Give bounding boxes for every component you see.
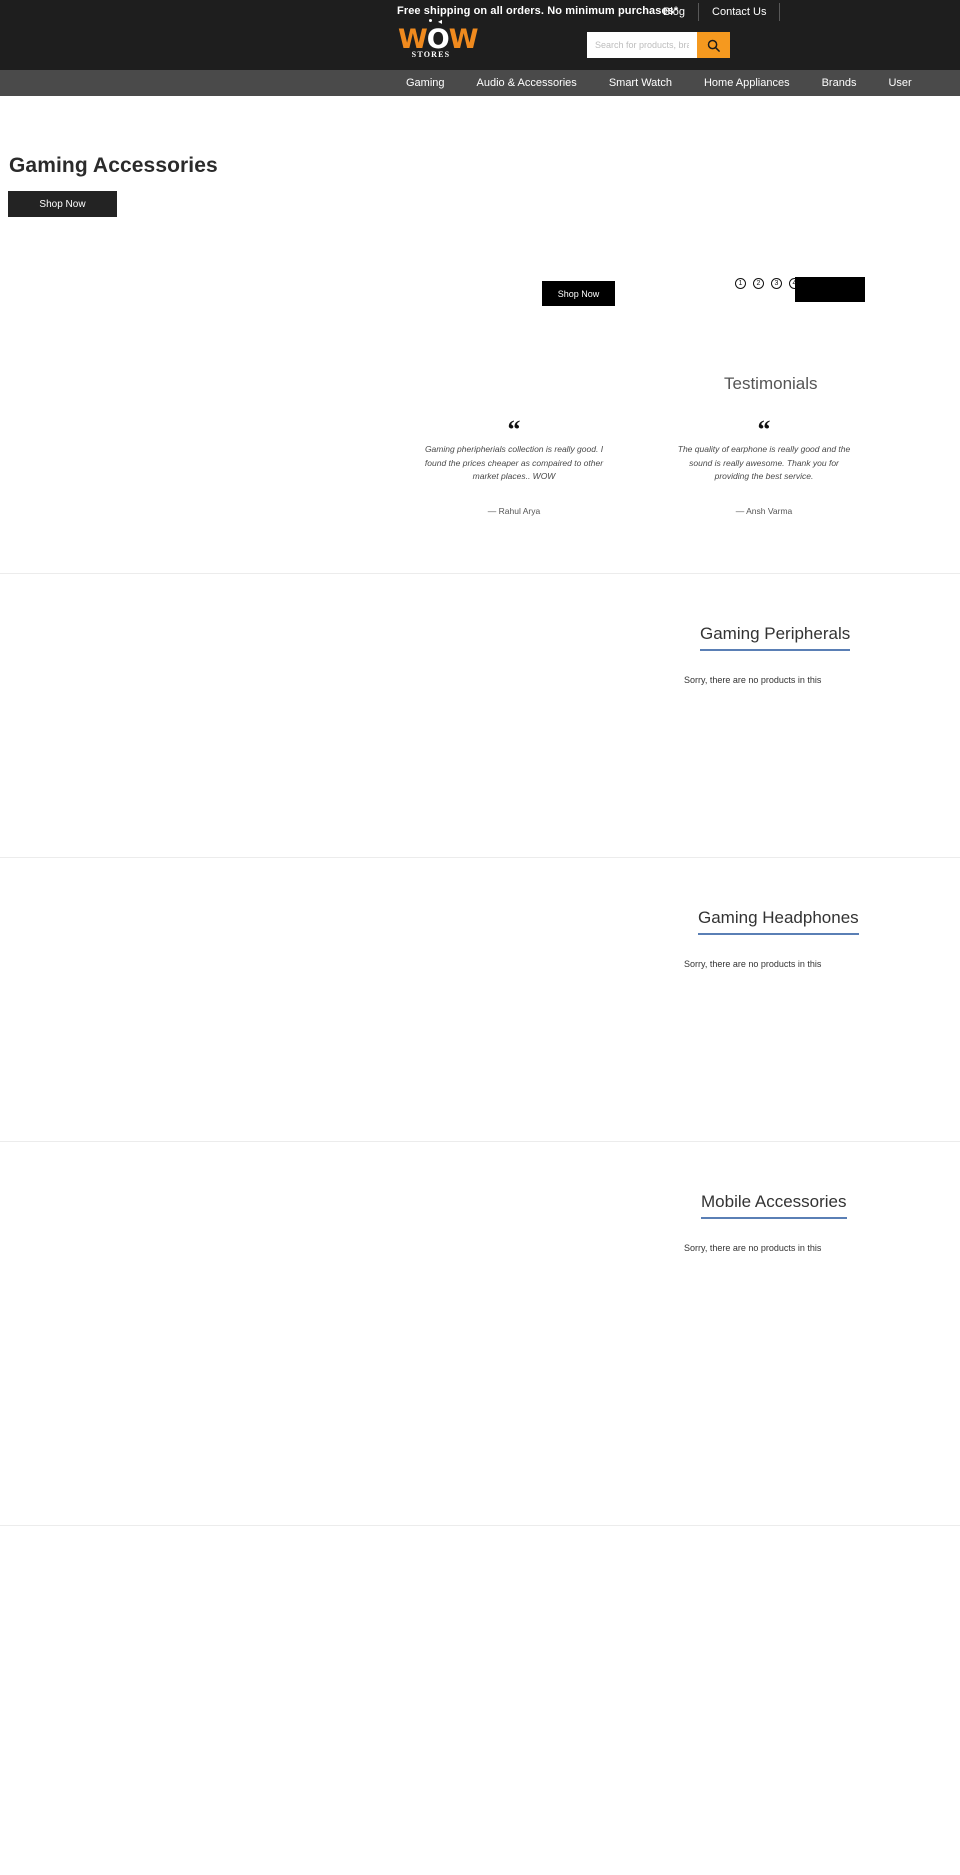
logo-wordmark: WOW ◂	[398, 18, 479, 55]
logo-eye-dot-icon	[429, 19, 432, 22]
category-title-mobile-accessories: Mobile Accessories	[701, 1192, 847, 1219]
main-navigation-items: Gaming Audio & Accessories Smart Watch H…	[390, 70, 928, 96]
carousel-shop-now-button[interactable]: Shop Now	[542, 281, 615, 306]
hero-title: Gaming Accessories	[9, 154, 218, 177]
logo-letter-w-right: W	[448, 24, 479, 55]
logo-letter-o: O	[426, 24, 450, 55]
section-divider	[0, 573, 960, 574]
hero-shop-now-button[interactable]: Shop Now	[8, 191, 117, 217]
main-navigation: Gaming Audio & Accessories Smart Watch H…	[0, 70, 960, 96]
carousel-next-slide-panel[interactable]	[795, 277, 865, 302]
search-input[interactable]	[587, 32, 697, 58]
category-title-gaming-headphones: Gaming Headphones	[698, 908, 859, 935]
logo-eye-brow-icon: ◂	[438, 17, 442, 26]
carousel-pagination: 1 2 3 4	[735, 278, 800, 289]
nav-item-brands[interactable]: Brands	[806, 70, 873, 96]
header-link-contact-us[interactable]: Contact Us	[699, 4, 779, 20]
carousel-dot-1[interactable]: 1	[735, 278, 746, 289]
category-empty-message: Sorry, there are no products in this	[684, 675, 822, 685]
nav-item-gaming[interactable]: Gaming	[390, 70, 461, 96]
header-utility-links: Blog Contact Us	[650, 3, 781, 21]
section-divider-bottom	[0, 1525, 960, 1526]
nav-item-audio-accessories[interactable]: Audio & Accessories	[461, 70, 593, 96]
testimonials-title: Testimonials	[724, 374, 818, 393]
logo-eyes-icon: ◂	[429, 18, 451, 27]
category-empty-message: Sorry, there are no products in this	[684, 1243, 822, 1253]
promo-banner-text: Free shipping on all orders. No minimum …	[397, 5, 679, 17]
nav-item-user[interactable]: User	[872, 70, 927, 96]
testimonial-text: Gaming pheripherials collection is reall…	[424, 444, 604, 481]
quote-icon: “	[507, 415, 521, 444]
search-bar	[587, 32, 730, 58]
site-logo[interactable]: WOW ◂ STORES	[398, 18, 479, 62]
page-root: Free shipping on all orders. No minimum …	[0, 0, 960, 1875]
site-header: Free shipping on all orders. No minimum …	[0, 0, 960, 70]
category-empty-message: Sorry, there are no products in this	[684, 959, 822, 969]
carousel-dot-3[interactable]: 3	[771, 278, 782, 289]
header-link-divider-2	[779, 3, 781, 21]
section-divider	[0, 857, 960, 858]
search-icon	[707, 39, 720, 52]
testimonial-card: “ Gaming pheripherials collection is rea…	[424, 417, 604, 516]
carousel-dot-2[interactable]: 2	[753, 278, 764, 289]
section-divider	[0, 1141, 960, 1142]
nav-item-home-appliances[interactable]: Home Appliances	[688, 70, 806, 96]
search-button[interactable]	[697, 32, 730, 58]
quote-icon: “	[757, 415, 771, 444]
testimonial-author: — Ansh Varma	[735, 505, 793, 516]
testimonial-text: The quality of earphone is really good a…	[677, 444, 851, 481]
logo-letter-w-left: W	[398, 24, 428, 55]
testimonial-card: “ The quality of earphone is really good…	[674, 417, 854, 516]
header-link-blog[interactable]: Blog	[650, 4, 698, 20]
category-title-gaming-peripherals: Gaming Peripherals	[700, 624, 851, 651]
nav-item-smart-watch[interactable]: Smart Watch	[593, 70, 688, 96]
testimonial-author: — Rahul Arya	[487, 505, 541, 516]
